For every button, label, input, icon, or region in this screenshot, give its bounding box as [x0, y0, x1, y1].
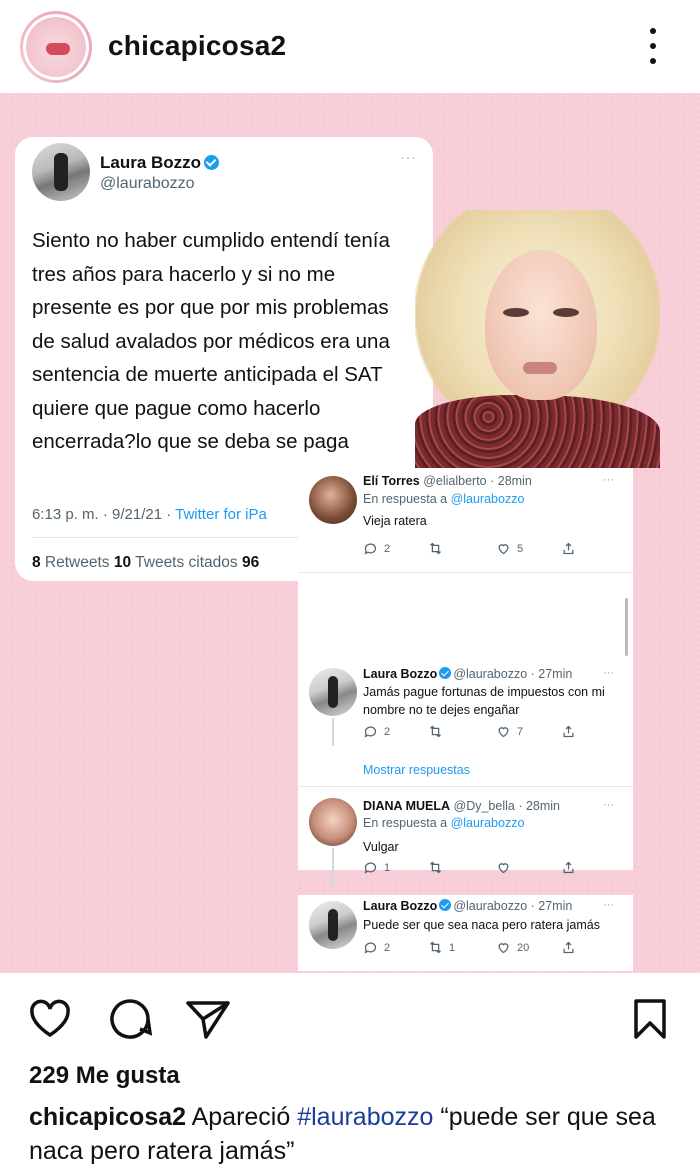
reply-comment-button[interactable]: 2 [363, 541, 390, 556]
post-username[interactable]: chicapicosa2 [108, 30, 286, 62]
heart-icon[interactable] [26, 995, 74, 1043]
avatar-frame [23, 14, 89, 80]
verified-badge-icon [439, 667, 452, 679]
reply-text: Vulgar [363, 840, 399, 854]
retweet-icon [430, 725, 441, 738]
scrollbar [625, 598, 628, 656]
reply-avatar [309, 476, 357, 524]
heart-icon [498, 544, 509, 555]
bookmark-icon[interactable] [626, 995, 674, 1043]
profile-avatar[interactable] [20, 11, 92, 83]
reply-actions: 1 [363, 860, 583, 876]
post-actions-bar [0, 973, 700, 1053]
lips-logo [46, 43, 70, 55]
reply-actions: 2 7 [363, 724, 583, 740]
tweet-author-handle: @laurabozzo [100, 175, 195, 192]
reply-text: Vieja ratera [363, 514, 427, 528]
reply-in-response: En respuesta a @laurabozzo [363, 816, 525, 830]
share-icon [563, 861, 574, 874]
tweet-author-name: Laura Bozzo [100, 153, 220, 173]
reply-like-button[interactable] [496, 860, 517, 875]
tweet-text: Siento no haber cumplido entendí tenía t… [32, 229, 390, 453]
reply-header: DIANA MUELA @Dy_bella · 28min [363, 799, 560, 813]
reply-header: Laura Bozzo @laurabozzo · 27min [363, 899, 573, 913]
reply-avatar [309, 901, 357, 949]
reply-avatar [309, 668, 357, 716]
show-replies-link[interactable]: Mostrar respuestas [363, 763, 470, 777]
share-icon [563, 542, 574, 555]
reply-like-button[interactable]: 5 [496, 541, 523, 556]
reply-more-icon: ··· [603, 799, 614, 811]
reply-actions: 2 5 [363, 541, 583, 557]
share-icon[interactable] [184, 995, 232, 1043]
tweet-more-icon: ··· [400, 149, 417, 165]
verified-badge-icon [204, 155, 220, 170]
retweet-icon [430, 542, 441, 555]
portrait-dress [415, 395, 660, 468]
reply-header: Elí Torres @elialberto · 28min [363, 474, 532, 488]
comment-icon [364, 543, 377, 555]
portrait-face [485, 250, 597, 400]
reply-divider [298, 786, 633, 787]
reply-share-button[interactable] [561, 724, 576, 739]
reply-comment-button[interactable]: 1 [363, 860, 390, 875]
comment-icon [364, 942, 377, 954]
heart-icon [498, 863, 509, 874]
reply-like-button[interactable]: 20 [496, 940, 529, 955]
reply-text: Jamás pague fortunas de impuestos con mi… [363, 685, 605, 717]
comment-icon[interactable] [106, 995, 154, 1043]
reply-more-icon: ··· [603, 667, 614, 679]
thread-line [332, 848, 334, 888]
reply-share-button[interactable] [561, 541, 576, 556]
heart-icon [498, 727, 509, 738]
reply-avatar [309, 798, 357, 846]
share-icon [563, 725, 574, 738]
profile-avatar-icon [26, 17, 86, 77]
caption-text: Apareció [186, 1103, 298, 1131]
comment-icon [364, 726, 377, 738]
caption-hashtag[interactable]: #laurabozzo [297, 1103, 433, 1131]
reply-like-button[interactable]: 7 [496, 724, 523, 739]
reply-retweet-button[interactable] [428, 860, 449, 875]
post-header: chicapicosa2 [0, 0, 700, 92]
likes-count[interactable]: 229 Me gusta [29, 1062, 180, 1090]
reply-more-icon: ··· [603, 474, 614, 486]
comment-icon [364, 862, 377, 874]
reply-divider [298, 572, 633, 573]
post-caption: chicapicosa2 Apareció #laurabozzo “puede… [29, 1100, 679, 1168]
share-icon [563, 941, 574, 954]
reply-actions: 2 1 20 [363, 940, 583, 956]
thread-line [332, 718, 334, 746]
reply-more-icon: ··· [603, 899, 614, 911]
heart-icon [498, 943, 509, 954]
retweet-icon [430, 941, 441, 954]
reply-text: Puede ser que sea naca pero ratera jamás [363, 918, 600, 932]
replies-card-continued: Laura Bozzo @laurabozzo · 27min ··· Puede… [298, 895, 633, 971]
reply-comment-button[interactable]: 2 [363, 724, 390, 739]
caption-username[interactable]: chicapicosa2 [29, 1103, 186, 1131]
tweet-avatar [32, 143, 90, 201]
more-vertical-icon[interactable] [643, 28, 663, 64]
verified-badge-icon [439, 899, 452, 911]
reply-retweet-button[interactable] [428, 541, 449, 556]
replies-card: Elí Torres @elialberto · 28min ··· En re… [298, 468, 633, 888]
reply-share-button[interactable] [561, 860, 576, 875]
portrait-photo [415, 210, 660, 468]
retweet-icon [430, 861, 441, 874]
reply-header: Laura Bozzo @laurabozzo · 27min [363, 667, 573, 681]
reply-share-button[interactable] [561, 940, 576, 955]
reply-retweet-button[interactable] [428, 724, 449, 739]
reply-in-response: En respuesta a @laurabozzo [363, 492, 525, 506]
reply-retweet-button[interactable]: 1 [428, 940, 455, 955]
reply-comment-button[interactable]: 2 [363, 940, 390, 955]
post-image[interactable]: Laura Bozzo @laurabozzo ··· Siento no ha… [0, 93, 700, 973]
